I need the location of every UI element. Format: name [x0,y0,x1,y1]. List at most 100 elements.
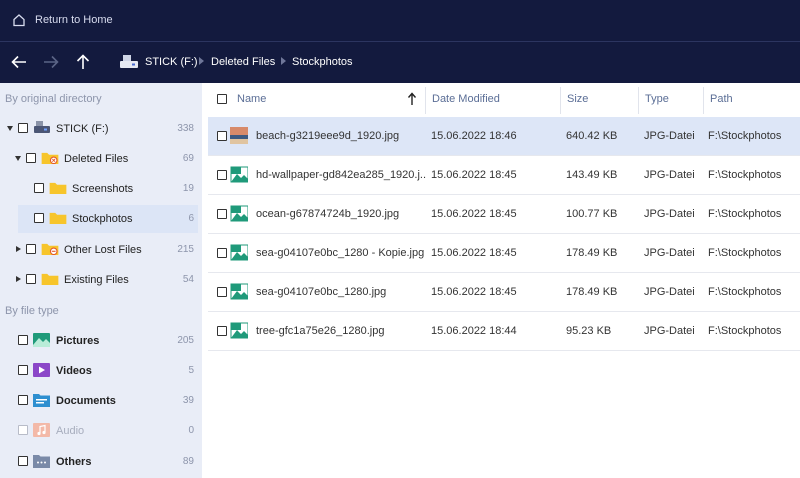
table-row[interactable]: ocean-g67874724b_1920.jpg 15.06.2022 18:… [208,195,800,234]
tree-item-count: 69 [182,153,194,164]
filetype-label: Others [56,456,92,468]
column-divider [560,87,561,114]
column-header-date[interactable]: Date Modified [432,93,500,105]
breadcrumb-drive[interactable]: STICK (F:) [145,56,198,68]
filetype-others[interactable]: Others 89 [0,448,202,476]
column-header-type[interactable]: Type [645,93,669,105]
jpg-file-icon [230,244,248,261]
column-header-size[interactable]: Size [567,93,588,105]
filetype-audio[interactable]: Audio 0 [0,417,202,445]
filetype-videos[interactable]: Videos 5 [0,357,202,385]
file-date: 15.06.2022 18:44 [431,325,517,337]
tree-item-deleted-files[interactable]: Deleted Files 69 [0,145,202,173]
documents-icon [33,394,50,407]
breadcrumb-stockphotos[interactable]: Stockphotos [292,56,353,68]
file-name: hd-wallpaper-gd842ea285_1920.j... [256,169,426,181]
tree-item-screenshots[interactable]: Screenshots 19 [0,175,202,203]
file-path: F:\Stockphotos [708,286,782,298]
column-header-path[interactable]: Path [710,93,733,105]
return-home-link[interactable]: Return to Home [35,14,113,26]
tree-item-stick[interactable]: STICK (F:) 338 [0,115,202,143]
file-type: JPG-Datei [644,325,695,337]
checkbox[interactable] [26,244,36,254]
file-type: JPG-Datei [644,247,695,259]
file-path: F:\Stockphotos [708,208,782,220]
table-row[interactable]: tree-gfc1a75e26_1280.jpg 15.06.2022 18:4… [208,312,800,351]
filetype-documents[interactable]: Documents 39 [0,387,202,415]
file-size: 178.49 KB [566,247,618,259]
file-size: 95.23 KB [566,325,612,337]
file-name: tree-gfc1a75e26_1280.jpg [256,325,385,337]
select-all-checkbox[interactable] [217,94,227,104]
file-date: 15.06.2022 18:45 [431,208,517,220]
checkbox[interactable] [26,153,36,163]
tree-item-other-lost-files[interactable]: Other Lost Files 215 [0,236,202,264]
folder-icon [49,212,67,224]
tree-item-label: Deleted Files [64,153,129,165]
checkbox[interactable] [26,274,36,284]
jpg-file-icon [230,322,248,339]
row-checkbox[interactable] [217,209,227,219]
row-checkbox[interactable] [217,131,227,141]
breadcrumb-deleted-files[interactable]: Deleted Files [211,56,275,68]
column-divider [703,87,704,114]
expand-right-icon[interactable] [16,246,21,252]
table-row[interactable]: sea-g04107e0bc_1280.jpg 15.06.2022 18:45… [208,273,800,312]
expand-down-icon[interactable] [15,156,21,161]
table-header: Name Date Modified Size Type Path [202,83,800,117]
filetype-count: 39 [182,395,194,406]
row-checkbox[interactable] [217,287,227,297]
folder-icon [49,182,67,194]
usb-drive-icon [120,55,138,68]
file-size: 100.77 KB [566,208,618,220]
arrow-right-icon [44,55,59,69]
tree-item-label: STICK (F:) [56,123,109,135]
filetype-label: Videos [56,365,92,377]
jpg-file-icon [230,205,248,222]
tree-item-count: 6 [188,213,194,224]
tree-item-count: 338 [177,123,194,134]
file-date: 15.06.2022 18:45 [431,247,517,259]
expand-down-icon[interactable] [7,126,13,131]
checkbox[interactable] [18,123,28,133]
forward-button[interactable] [41,52,61,72]
checkbox[interactable] [34,183,44,193]
tree-item-label: Stockphotos [72,213,133,225]
row-checkbox[interactable] [217,326,227,336]
breadcrumb-separator-icon [199,57,204,65]
checkbox[interactable] [18,395,28,405]
tree-item-existing-files[interactable]: Existing Files 54 [0,266,202,294]
checkbox[interactable] [18,335,28,345]
tree-item-label: Other Lost Files [64,244,142,256]
expand-right-icon[interactable] [16,276,21,282]
filetype-label: Pictures [56,335,100,347]
sort-ascending-icon[interactable] [407,92,417,106]
column-divider [425,87,426,114]
checkbox[interactable] [18,365,28,375]
row-checkbox[interactable] [217,170,227,180]
up-button[interactable] [73,52,93,72]
jpg-file-icon [230,283,248,300]
file-type: JPG-Datei [644,130,695,142]
checkbox[interactable] [18,425,28,435]
checkbox[interactable] [18,456,28,466]
file-path: F:\Stockphotos [708,130,782,142]
table-row[interactable]: hd-wallpaper-gd842ea285_1920.j... 15.06.… [208,156,800,195]
checkbox[interactable] [34,213,44,223]
row-checkbox[interactable] [217,248,227,258]
tree-item-count: 54 [182,274,194,285]
file-list: Name Date Modified Size Type Path beach-… [202,83,800,478]
tree-item-stockphotos[interactable]: Stockphotos 6 [18,205,198,233]
folder-icon [41,273,59,285]
sidebar: By original directory STICK (F:) 338 Del… [0,83,202,478]
others-icon [33,455,50,468]
table-row[interactable]: beach-g3219eee9d_1920.jpg 15.06.2022 18:… [208,117,800,156]
navigation-bar: STICK (F:) Deleted Files Stockphotos [0,42,800,83]
filetype-pictures[interactable]: Pictures 205 [0,327,202,355]
column-header-name[interactable]: Name [237,93,266,105]
file-path: F:\Stockphotos [708,247,782,259]
top-bar: Return to Home [0,0,800,42]
table-row[interactable]: sea-g04107e0bc_1280 - Kopie.jpg 15.06.20… [208,234,800,273]
home-icon[interactable] [12,13,26,27]
back-button[interactable] [9,52,29,72]
